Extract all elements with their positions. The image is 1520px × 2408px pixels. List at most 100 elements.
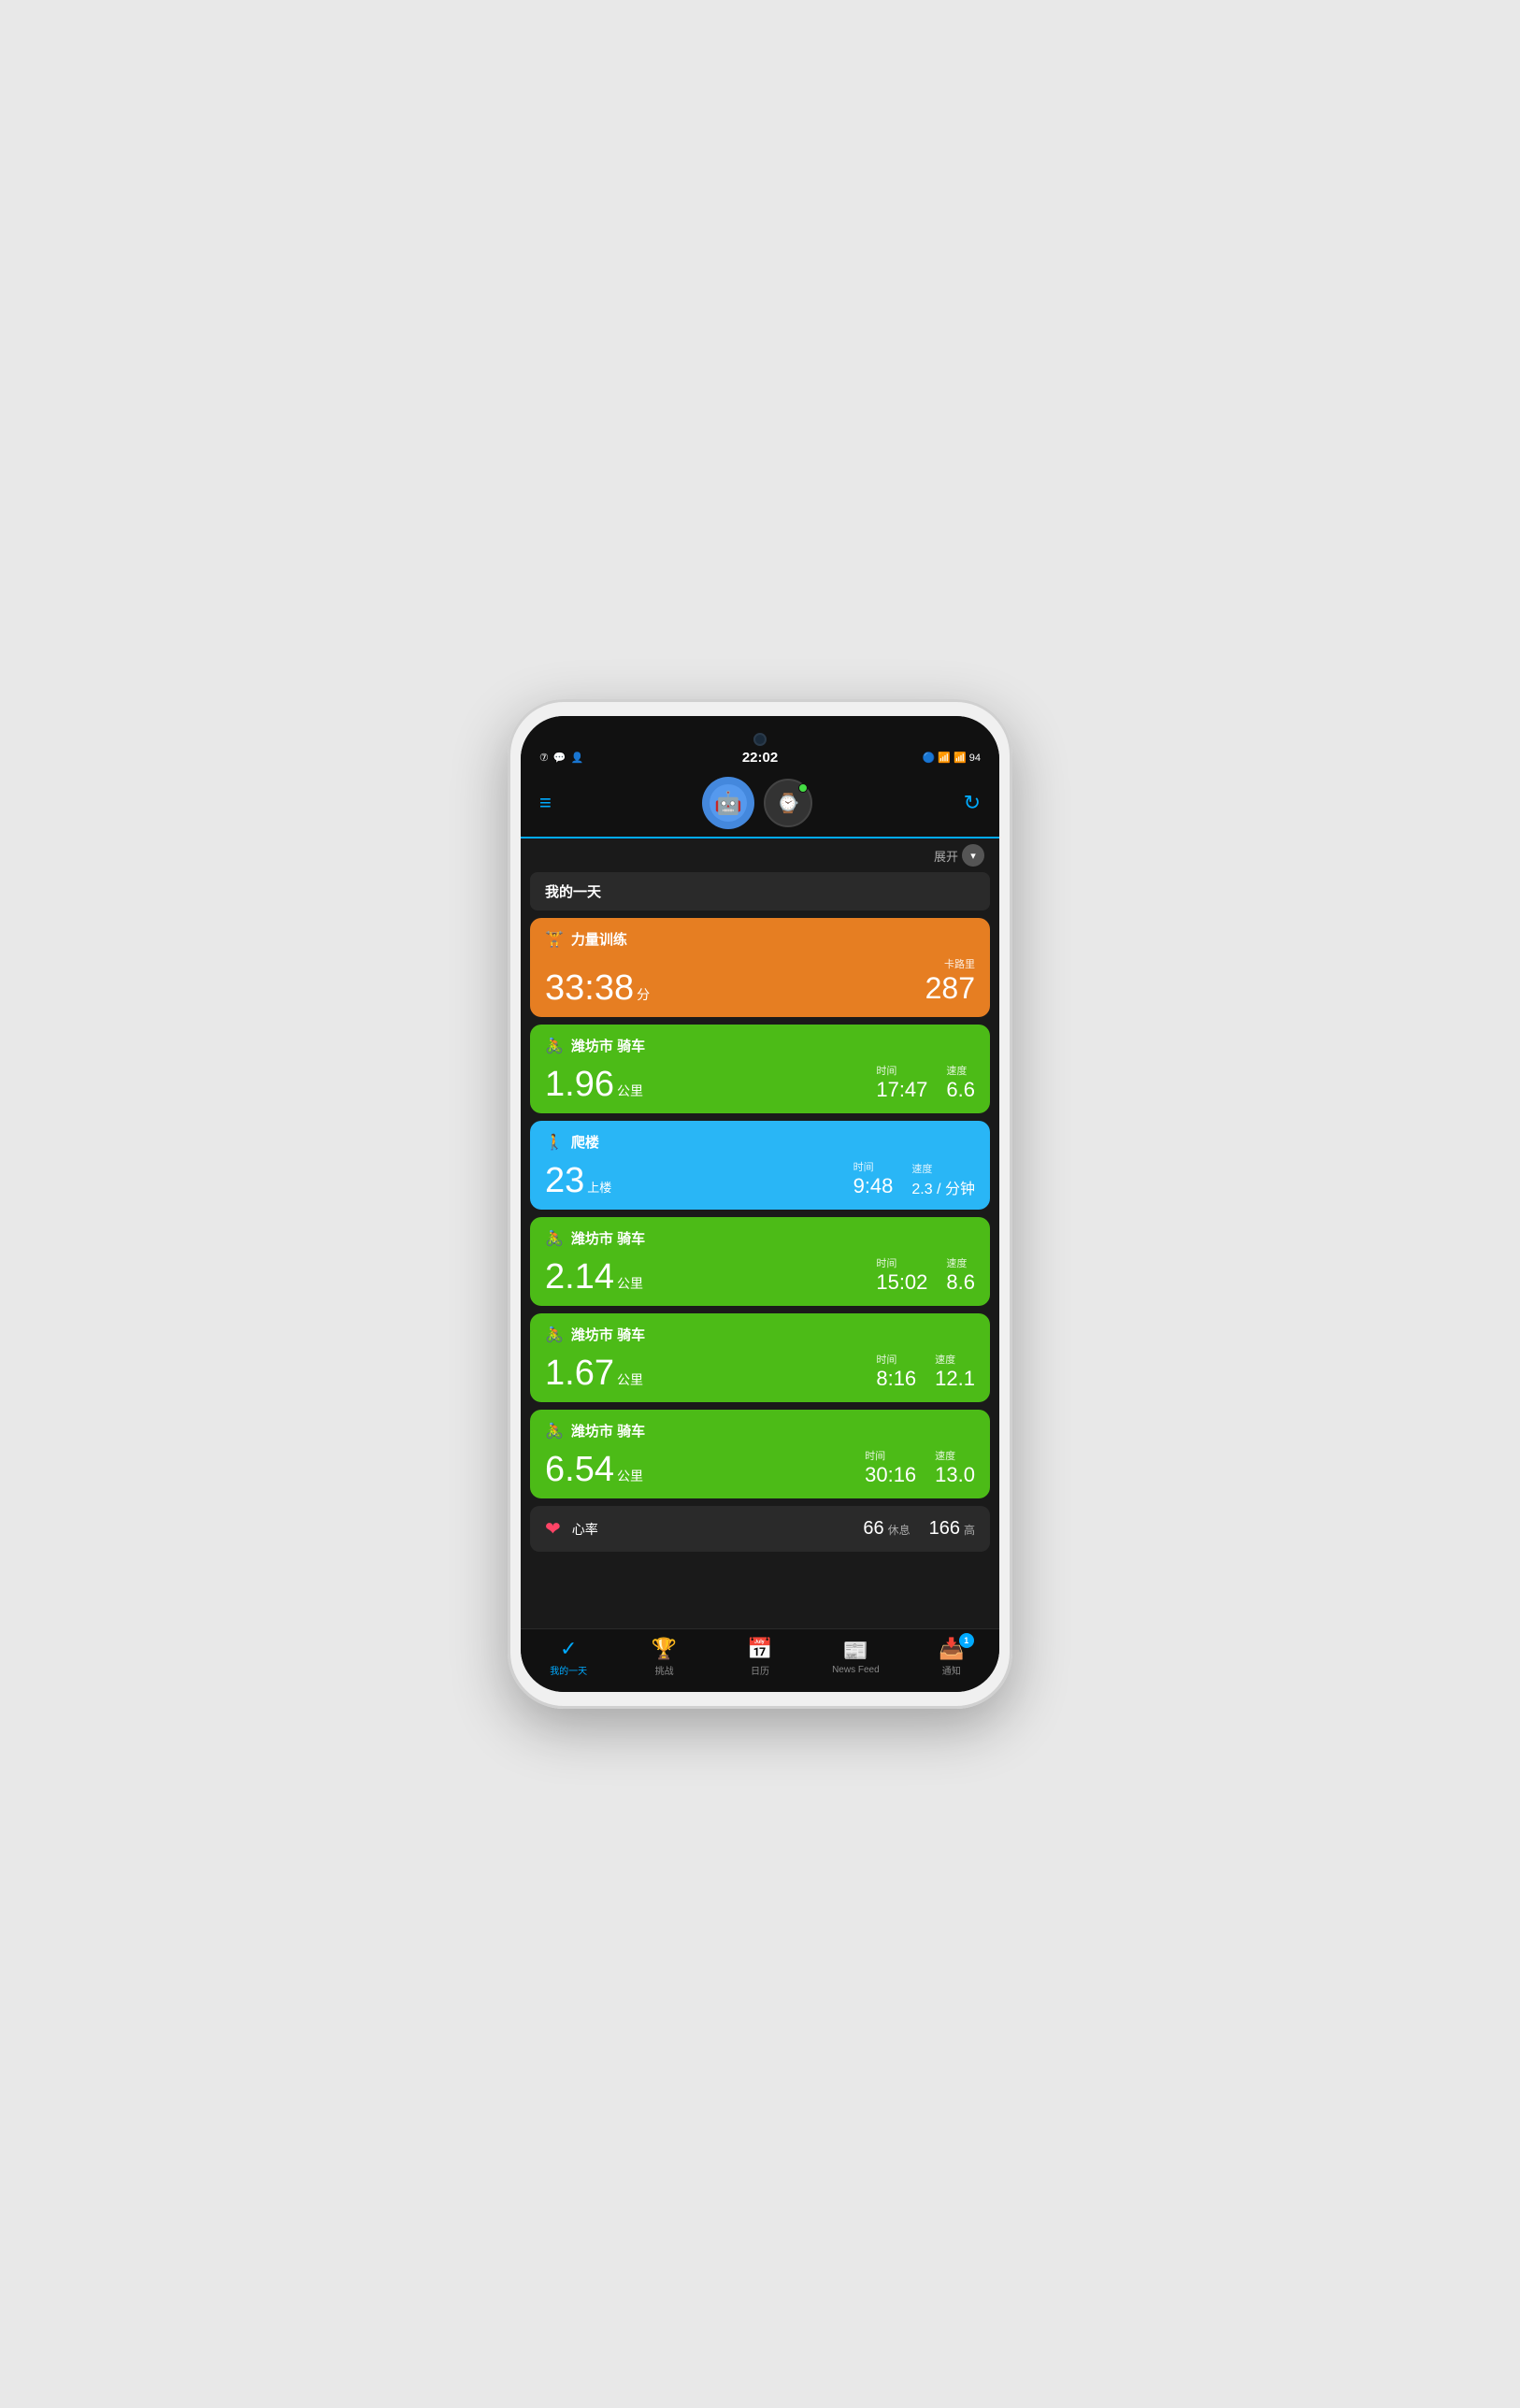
stat-label: 时间	[876, 1352, 896, 1367]
watch-online-indicator	[798, 783, 808, 793]
main-value: 1.96	[545, 1067, 614, 1102]
watch-icon: ⌚	[777, 792, 800, 815]
card-body: 23 上楼 时间 9:48 速度 2.3 / 分钟	[545, 1159, 975, 1198]
stat-value: 13.0	[935, 1463, 975, 1487]
main-unit: 公里	[617, 1274, 643, 1293]
calories-section: 卡路里 287	[925, 956, 975, 1006]
heart-rate-row[interactable]: ❤ 心率 66 休息 166 高	[530, 1506, 990, 1552]
nav-item-calendar[interactable]: 📅 日历	[732, 1637, 788, 1677]
signal-icon: 📶	[954, 752, 967, 764]
stat-label: 速度	[935, 1448, 955, 1463]
heart-icon: ❤	[545, 1517, 561, 1541]
main-unit: 公里	[617, 1082, 643, 1100]
nav-item-challenges[interactable]: 🏆 挑战	[637, 1637, 693, 1677]
stat-value: 17:47	[876, 1078, 927, 1102]
camera	[753, 733, 767, 746]
notification-count-icon: ⑦	[539, 752, 549, 764]
card-body: 6.54 公里 时间 30:16 速度 13.0	[545, 1448, 975, 1487]
cycling-icon: 🚴	[545, 1229, 564, 1248]
nav-item-notifications[interactable]: 📥 通知 1	[924, 1637, 980, 1677]
cycling-icon: 🚴	[545, 1037, 564, 1055]
stat-label: 时间	[876, 1255, 896, 1270]
expand-row: 展开 ▾	[521, 838, 999, 872]
nav-label-news-feed: News Feed	[832, 1665, 880, 1675]
nav-label-challenges: 挑战	[655, 1663, 674, 1677]
heart-rate-label: 心率	[572, 1520, 598, 1539]
calories-label: 卡路里	[944, 956, 975, 971]
card-body: 1.67 公里 时间 8:16 速度 12.1	[545, 1352, 975, 1391]
card-header: 🚶 爬楼	[545, 1132, 975, 1152]
stat-speed: 速度 8.6	[946, 1255, 975, 1295]
card-header: 🚴 潍坊市 骑车	[545, 1228, 975, 1248]
main-value: 23	[545, 1163, 584, 1198]
activity-card-cycling3[interactable]: 🚴 潍坊市 骑车 1.67 公里 时间 8:16 速度	[530, 1313, 990, 1402]
card-header: 🚴 潍坊市 骑车	[545, 1036, 975, 1055]
card-body: 1.96 公里 时间 17:47 速度 6.6	[545, 1063, 975, 1102]
nav-label-notifications: 通知	[942, 1663, 961, 1677]
bluetooth-icon: 🔵	[923, 752, 936, 764]
stat-value: 8:16	[876, 1367, 916, 1391]
app-header: ≡ 🤖 ⌚ ↻	[521, 769, 999, 829]
section-header: 我的一天	[530, 872, 990, 910]
bottom-navigation: ✓ 我的一天 🏆 挑战 📅 日历 📰 News Feed 📥 通知 1	[521, 1628, 999, 1692]
activity-card-cycling1[interactable]: 🚴 潍坊市 骑车 1.96 公里 时间 17:47 速度	[530, 1025, 990, 1113]
card-title: 潍坊市 骑车	[571, 1421, 645, 1440]
stat-value: 15:02	[876, 1270, 927, 1295]
stat-value: 8.6	[946, 1270, 975, 1295]
stat-time: 时间 30:16	[865, 1448, 916, 1487]
battery-level: 94	[969, 752, 981, 764]
card-stats: 时间 8:16 速度 12.1	[876, 1352, 975, 1391]
activity-card-cycling2[interactable]: 🚴 潍坊市 骑车 2.14 公里 时间 15:02 速度	[530, 1217, 990, 1306]
card-stats: 时间 30:16 速度 13.0	[865, 1448, 975, 1487]
nav-item-news-feed[interactable]: 📰 News Feed	[827, 1639, 883, 1675]
calendar-icon: 📅	[747, 1637, 772, 1661]
main-value: 33:38	[545, 970, 634, 1006]
strength-icon: 🏋	[545, 930, 564, 949]
stat-time: 时间 9:48	[853, 1159, 894, 1198]
watch-avatar[interactable]: ⌚	[764, 779, 812, 827]
stat-value: 2.3 / 分钟	[911, 1176, 975, 1198]
stat-label: 速度	[911, 1161, 932, 1176]
expand-button[interactable]: ▾	[962, 844, 984, 867]
phone-frame: ⑦ 💬 👤 22:02 🔵 📶 📶 94 ≡ 🤖	[508, 699, 1012, 1709]
stat-label: 时间	[853, 1159, 874, 1174]
activity-card-strength[interactable]: 🏋 力量训练 33:38 分 卡路里 287	[530, 918, 990, 1017]
stat-value: 9:48	[853, 1174, 894, 1198]
nav-label-my-day: 我的一天	[550, 1663, 587, 1677]
card-header: 🏋 力量训练	[545, 929, 975, 949]
stat-time: 时间 15:02	[876, 1255, 927, 1295]
card-title: 潍坊市 骑车	[571, 1036, 645, 1055]
main-unit: 上楼	[587, 1178, 611, 1196]
main-value: 2.14	[545, 1259, 614, 1295]
status-right: 🔵 📶 📶 94	[923, 752, 981, 764]
expand-label[interactable]: 展开	[934, 847, 958, 865]
refresh-icon[interactable]: ↻	[964, 791, 981, 815]
card-title: 爬楼	[571, 1132, 599, 1152]
card-body: 33:38 分 卡路里 287	[545, 956, 975, 1006]
section-title: 我的一天	[545, 884, 601, 900]
heart-rate-high: 166 高	[929, 1518, 975, 1540]
card-header: 🚴 潍坊市 骑车	[545, 1325, 975, 1344]
card-title: 潍坊市 骑车	[571, 1228, 645, 1248]
activity-card-cycling4[interactable]: 🚴 潍坊市 骑车 6.54 公里 时间 30:16 速度	[530, 1410, 990, 1498]
notification-badge: 1	[959, 1633, 974, 1648]
heart-high-value: 166	[929, 1518, 960, 1540]
card-title: 潍坊市 骑车	[571, 1325, 645, 1344]
stat-time: 时间 17:47	[876, 1063, 927, 1102]
status-left: ⑦ 💬 👤	[539, 752, 583, 764]
activity-card-stairs[interactable]: 🚶 爬楼 23 上楼 时间 9:48 速度	[530, 1121, 990, 1210]
menu-icon[interactable]: ≡	[539, 791, 552, 815]
stat-label: 速度	[935, 1352, 955, 1367]
phone-screen: ⑦ 💬 👤 22:02 🔵 📶 📶 94 ≡ 🤖	[521, 716, 999, 1692]
checkmark-icon: ✓	[560, 1637, 577, 1661]
heart-high-label: 高	[964, 1522, 975, 1538]
user-avatar[interactable]: 🤖	[702, 777, 754, 829]
stat-value: 30:16	[865, 1463, 916, 1487]
main-unit: 分	[637, 985, 650, 1004]
trophy-icon: 🏆	[652, 1637, 677, 1661]
svg-text:🤖: 🤖	[714, 790, 742, 816]
nav-item-my-day[interactable]: ✓ 我的一天	[540, 1637, 596, 1677]
main-unit: 公里	[617, 1370, 643, 1389]
main-value: 1.67	[545, 1355, 614, 1391]
stat-speed: 速度 12.1	[935, 1352, 975, 1391]
